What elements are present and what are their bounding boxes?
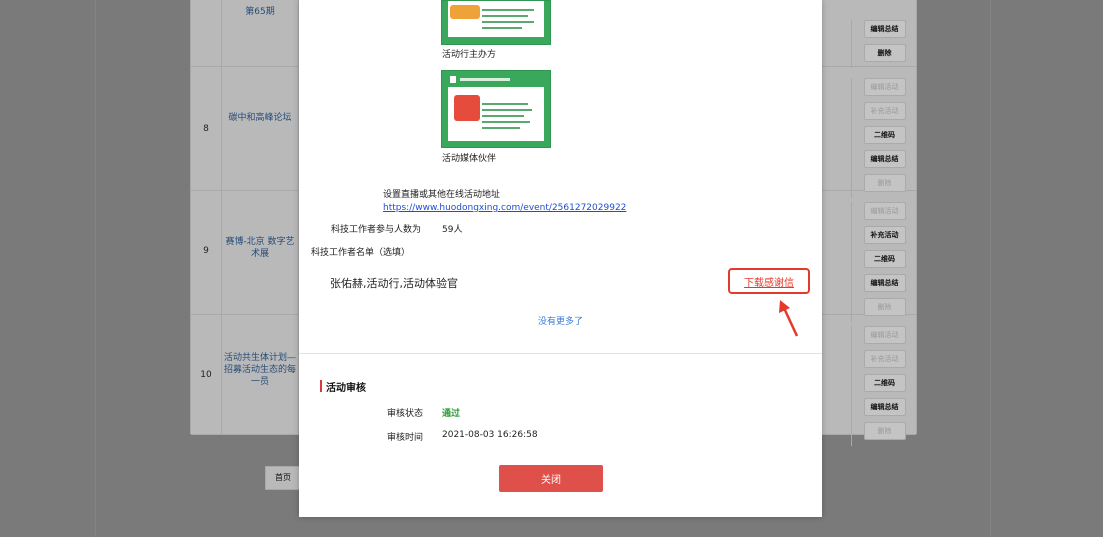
row-event-name[interactable]: 第65期 [221, 0, 299, 66]
poster-header-icon [450, 76, 510, 83]
participants-value: 59人 [442, 225, 463, 235]
poster-illustration-icon [454, 95, 480, 121]
row-number: 10 [200, 370, 212, 380]
qrcode-button[interactable]: 二维码 [863, 374, 906, 392]
qrcode-button[interactable]: 二维码 [863, 126, 906, 144]
row-actions: 编辑活动 补充活动 二维码 编辑总结 删除 [851, 78, 917, 198]
row-event-name[interactable]: 赛博-北京 数字艺术展 [221, 190, 299, 314]
qrcode-button[interactable]: 二维码 [863, 250, 906, 268]
review-time-value: 2021-08-03 16:26:58 [442, 430, 538, 440]
namelist-value: 张佑赫,活动行,活动体验官 [330, 277, 458, 290]
row-actions: 编辑总结 删除 [851, 20, 917, 68]
supplement-event-button[interactable]: 补充活动 [863, 350, 906, 368]
row-number: 9 [203, 246, 209, 256]
review-status-value: 通过 [442, 409, 461, 419]
edit-summary-button[interactable]: 编辑总结 [863, 20, 906, 38]
participants-label: 科技工作者参与人数为 [331, 225, 422, 235]
review-status-label: 审核状态 [387, 409, 424, 419]
row-event-name[interactable]: 碳中和高峰论坛 [221, 66, 299, 190]
pagination-first-button[interactable]: 首页 [265, 466, 301, 490]
event-detail-modal: 活动行主办方 活动媒体伙伴 设置直播或其他在线活动地址 https://www.… [299, 0, 822, 517]
section-marker [320, 380, 322, 392]
download-thank-you-letter-label[interactable]: 下载感谢信 [744, 274, 794, 289]
section-divider [299, 353, 822, 354]
media-partner-caption: 活动媒体伙伴 [442, 154, 497, 164]
supplement-event-button[interactable]: 补充活动 [863, 102, 906, 120]
edit-summary-button[interactable]: 编辑总结 [863, 398, 906, 416]
row-actions: 编辑活动 补充活动 二维码 编辑总结 删除 [851, 202, 917, 322]
row-actions: 编辑活动 补充活动 二维码 编辑总结 删除 [851, 326, 917, 446]
review-section-title: 活动审核 [326, 383, 366, 394]
supplement-event-button[interactable]: 补充活动 [863, 226, 906, 244]
organizer-caption: 活动行主办方 [442, 50, 497, 60]
media-partner-poster-image [441, 70, 551, 148]
edit-summary-button[interactable]: 编辑总结 [863, 274, 906, 292]
edit-event-button[interactable]: 编辑活动 [863, 78, 906, 96]
live-stream-link[interactable]: https://www.huodongxing.com/event/256127… [383, 203, 626, 213]
namelist-label: 科技工作者名单（选填） [311, 248, 411, 258]
delete-button[interactable]: 删除 [863, 44, 906, 62]
download-thank-you-letter-link[interactable]: 下载感谢信 [728, 268, 810, 294]
no-more-text: 没有更多了 [537, 317, 583, 327]
review-time-label: 审核时间 [387, 433, 424, 443]
edit-summary-button[interactable]: 编辑总结 [863, 150, 906, 168]
edit-event-button[interactable]: 编辑活动 [863, 326, 906, 344]
row-number: 8 [203, 124, 209, 134]
row-event-name[interactable]: 活动共生体计划—招募活动生态的每一员 [221, 314, 299, 434]
live-stream-label: 设置直播或其他在线活动地址 [383, 190, 501, 200]
close-button[interactable]: 关闭 [499, 465, 603, 492]
delete-button[interactable]: 删除 [863, 422, 906, 440]
organizer-poster-image [441, 0, 551, 45]
edit-event-button[interactable]: 编辑活动 [863, 202, 906, 220]
